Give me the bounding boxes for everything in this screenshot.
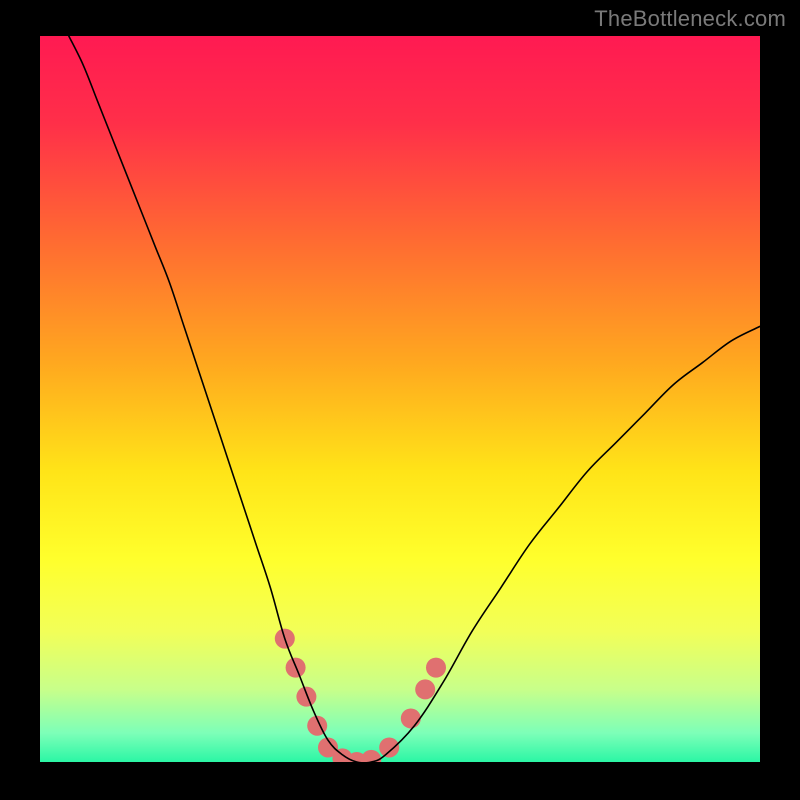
plot-background bbox=[40, 36, 760, 762]
chart-frame: TheBottleneck.com bbox=[0, 0, 800, 800]
chart-svg bbox=[40, 36, 760, 762]
watermark-text: TheBottleneck.com bbox=[594, 6, 786, 32]
highlight-dot bbox=[401, 708, 421, 728]
highlight-dot bbox=[296, 687, 316, 707]
plot-area bbox=[40, 36, 760, 762]
highlight-dot bbox=[426, 658, 446, 678]
highlight-dot bbox=[415, 679, 435, 699]
highlight-dot bbox=[379, 737, 399, 757]
